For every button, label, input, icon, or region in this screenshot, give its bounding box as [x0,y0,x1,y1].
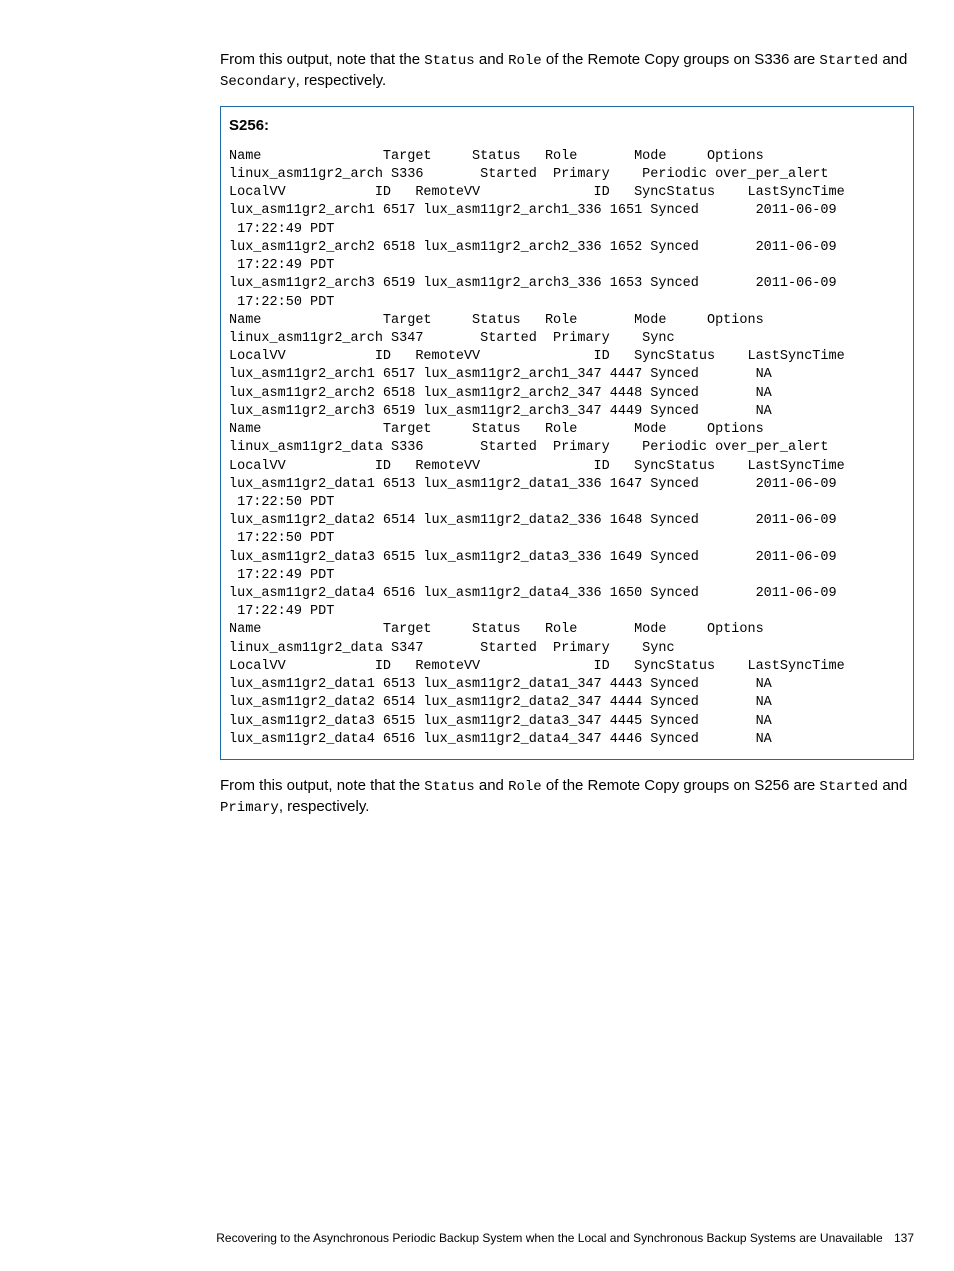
text: of the Remote Copy groups on S256 are [542,777,820,794]
text: and [475,51,508,68]
code-word-started: Started [819,779,878,795]
code-word-started: Started [819,53,878,69]
paragraph-intro-2: From this output, note that the Status a… [220,776,914,818]
text: and [878,51,907,68]
code-word-secondary: Secondary [220,74,296,90]
code-word-status: Status [424,779,474,795]
paragraph-intro-1: From this output, note that the Status a… [220,50,914,92]
text: and [475,777,508,794]
code-block-s256: S256: Name Target Status Role Mode Optio… [220,106,914,760]
code-word-role: Role [508,53,542,69]
text: , respectively. [296,72,387,89]
code-block-output: Name Target Status Role Mode Options lin… [229,148,905,749]
text: , respectively. [279,798,370,815]
footer-page-number: 137 [894,1231,914,1245]
code-word-status: Status [424,53,474,69]
text: of the Remote Copy groups on S336 are [542,51,820,68]
code-block-label: S256: [229,117,905,134]
text: From this output, note that the [220,777,424,794]
page-footer: Recovering to the Asynchronous Periodic … [40,1231,914,1245]
footer-title: Recovering to the Asynchronous Periodic … [216,1231,882,1245]
code-word-primary: Primary [220,800,279,816]
code-word-role: Role [508,779,542,795]
text: and [878,777,907,794]
text: From this output, note that the [220,51,424,68]
